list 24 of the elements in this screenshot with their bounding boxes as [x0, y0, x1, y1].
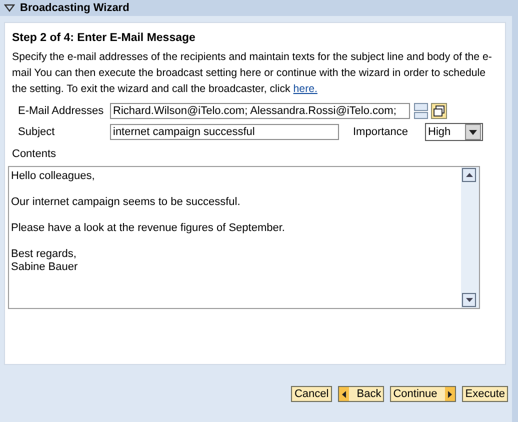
right-arrow-icon — [448, 390, 452, 398]
caret-down-icon[interactable] — [469, 130, 477, 134]
left-arrow-icon — [342, 390, 346, 398]
subject-field[interactable]: internet campaign successful — [110, 124, 339, 140]
contents-label: Contents — [12, 148, 58, 160]
action-button[interactable]: Cancel — [291, 386, 332, 402]
step-title: Step 2 of 4: Enter E-Mail Message — [12, 32, 196, 44]
scroll-up-icon[interactable] — [466, 173, 472, 177]
scroll-down-icon[interactable] — [466, 298, 472, 302]
email-field[interactable]: Richard.Wilson@iTelo.com; Alessandra.Rossi@iTelo.com; — [110, 103, 410, 119]
action-button[interactable]: Execute — [462, 386, 508, 402]
back-button[interactable]: Back — [338, 386, 384, 402]
window-title: Broadcasting Wizard — [20, 2, 130, 14]
scrollbar[interactable] — [461, 167, 479, 308]
contents-field[interactable]: Hello colleagues, Our internet campaign seems to be successful. Please have a look at the revenue figures of September. Best regards, Sabine Bauer — [8, 166, 480, 309]
collapse-icon[interactable] — [4, 4, 15, 12]
step-description: Specify the e-mail addresses of the recipients and maintain texts for the subject line and body of the e-mail You can then execute the broadcast setting here or continue with the wizard in order to schedule the setting. To exit the wizard and call the broadcaster, click here. — [12, 50, 493, 97]
email-label: E-Mail Addresses — [18, 105, 105, 117]
here-link[interactable]: here. — [293, 83, 318, 95]
copy-icon[interactable] — [431, 103, 447, 119]
continue-button[interactable]: Continue — [390, 386, 456, 402]
importance-dropdown[interactable]: High — [425, 123, 483, 141]
subject-label: Subject — [18, 126, 56, 138]
importance-label: Importance — [353, 126, 410, 138]
